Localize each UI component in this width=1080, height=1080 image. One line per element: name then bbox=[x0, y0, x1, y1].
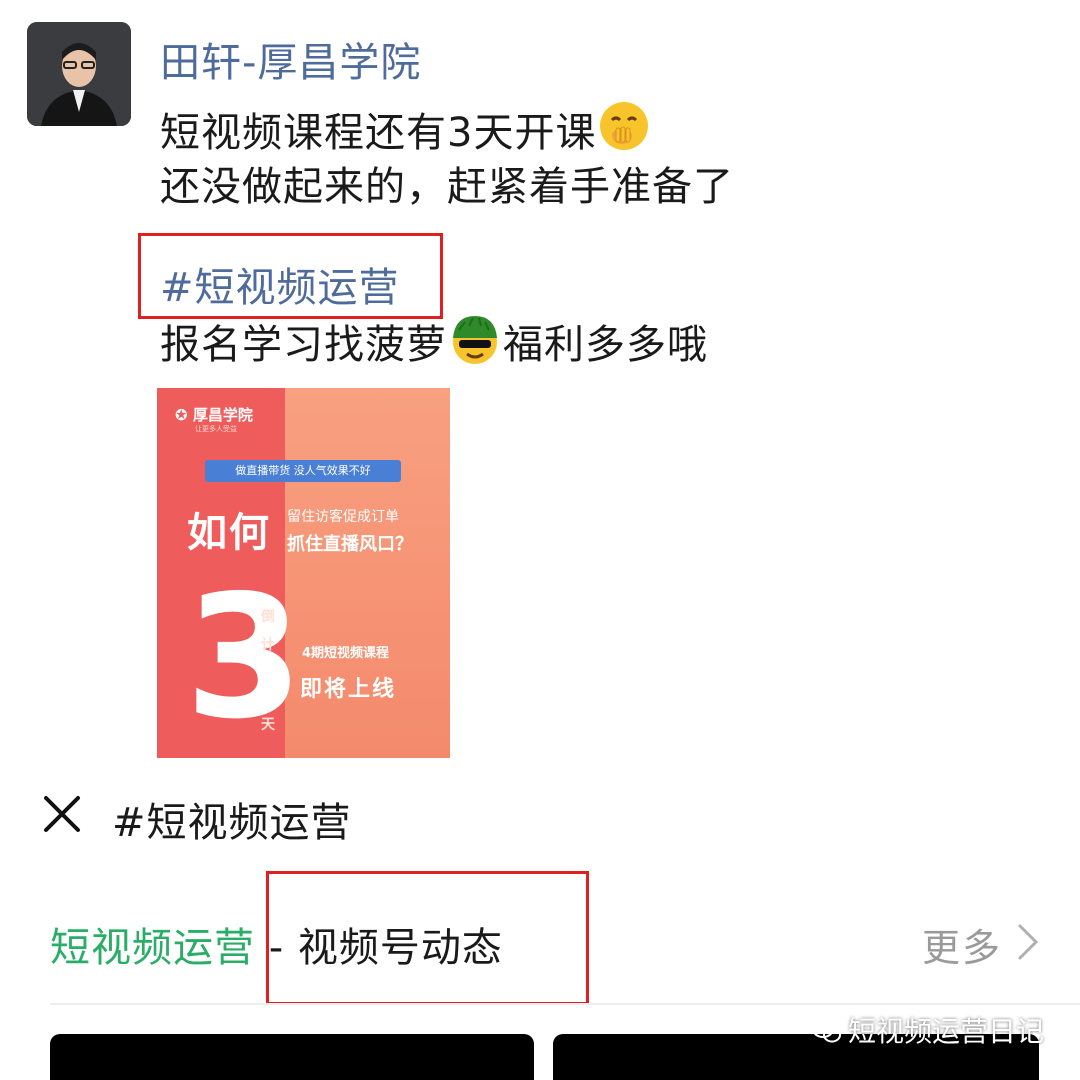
highlight-box-section bbox=[266, 871, 589, 1005]
chevron-right-icon[interactable] bbox=[1012, 922, 1042, 962]
video-thumbnail[interactable] bbox=[50, 1034, 534, 1080]
post-text-line-1-text: 短视频课程还有3天开课 bbox=[160, 110, 597, 156]
green-cap-icon bbox=[447, 310, 503, 376]
post-text-line-3: 报名学习找菠萝 福利多多哦 bbox=[160, 310, 708, 376]
poster-small-bottom: 天 bbox=[261, 717, 275, 733]
moments-post: 田轩-厚昌学院 短视频课程还有3天开课 还没做起来的，赶紧着手准备了 #短视频运… bbox=[0, 0, 1080, 768]
poster-big-text: 如何 bbox=[187, 510, 271, 556]
poster-logo-subtitle: 让更多人受益 bbox=[195, 425, 237, 433]
more-link[interactable]: 更多 bbox=[922, 917, 1002, 972]
post-text-line-3-part-2: 福利多多哦 bbox=[503, 322, 708, 368]
poster-small-top: 倒 bbox=[261, 609, 275, 625]
post-text-line-2: 还没做起来的，赶紧着手准备了 bbox=[160, 164, 734, 210]
poster-small-mid: 计 bbox=[261, 637, 275, 653]
watermark-text: 短视频运营日记 bbox=[848, 1015, 1045, 1048]
panel-title: #短视频运营 bbox=[112, 800, 352, 846]
divider bbox=[50, 1003, 1080, 1005]
poster-pill-text: 做直播带货 没人气效果不好 bbox=[205, 460, 401, 482]
watermark: 短视频运营日记 bbox=[812, 1010, 1044, 1052]
poster-logo-text: 厚昌学院 bbox=[192, 406, 253, 424]
poster-logo: ✪ 厚昌学院 bbox=[175, 404, 253, 425]
post-text-line-3-part-1: 报名学习找菠萝 bbox=[160, 322, 447, 368]
close-icon bbox=[44, 796, 80, 832]
poster-course-text: 4期短视频课程 bbox=[302, 646, 390, 661]
post-image[interactable]: ✪ 厚昌学院 让更多人受益 做直播带货 没人气效果不好 如何 留住访客促成订单 … bbox=[157, 388, 450, 758]
author-name[interactable]: 田轩-厚昌学院 bbox=[160, 30, 421, 88]
poster-countdown-number: 3 bbox=[185, 559, 304, 757]
poster-logo-icon: ✪ bbox=[175, 406, 188, 424]
wechat-icon bbox=[812, 1019, 842, 1052]
poster-online-text: 即将上线 bbox=[300, 677, 397, 702]
poster-question-1: 留住访客促成订单 bbox=[287, 509, 399, 525]
section-topic-link[interactable]: 短视频运营 bbox=[50, 925, 255, 971]
highlight-box-hashtag bbox=[138, 233, 443, 319]
close-button[interactable] bbox=[38, 790, 86, 838]
poster-question-2: 抓住直播风口？ bbox=[287, 534, 413, 555]
avatar[interactable] bbox=[27, 22, 131, 126]
